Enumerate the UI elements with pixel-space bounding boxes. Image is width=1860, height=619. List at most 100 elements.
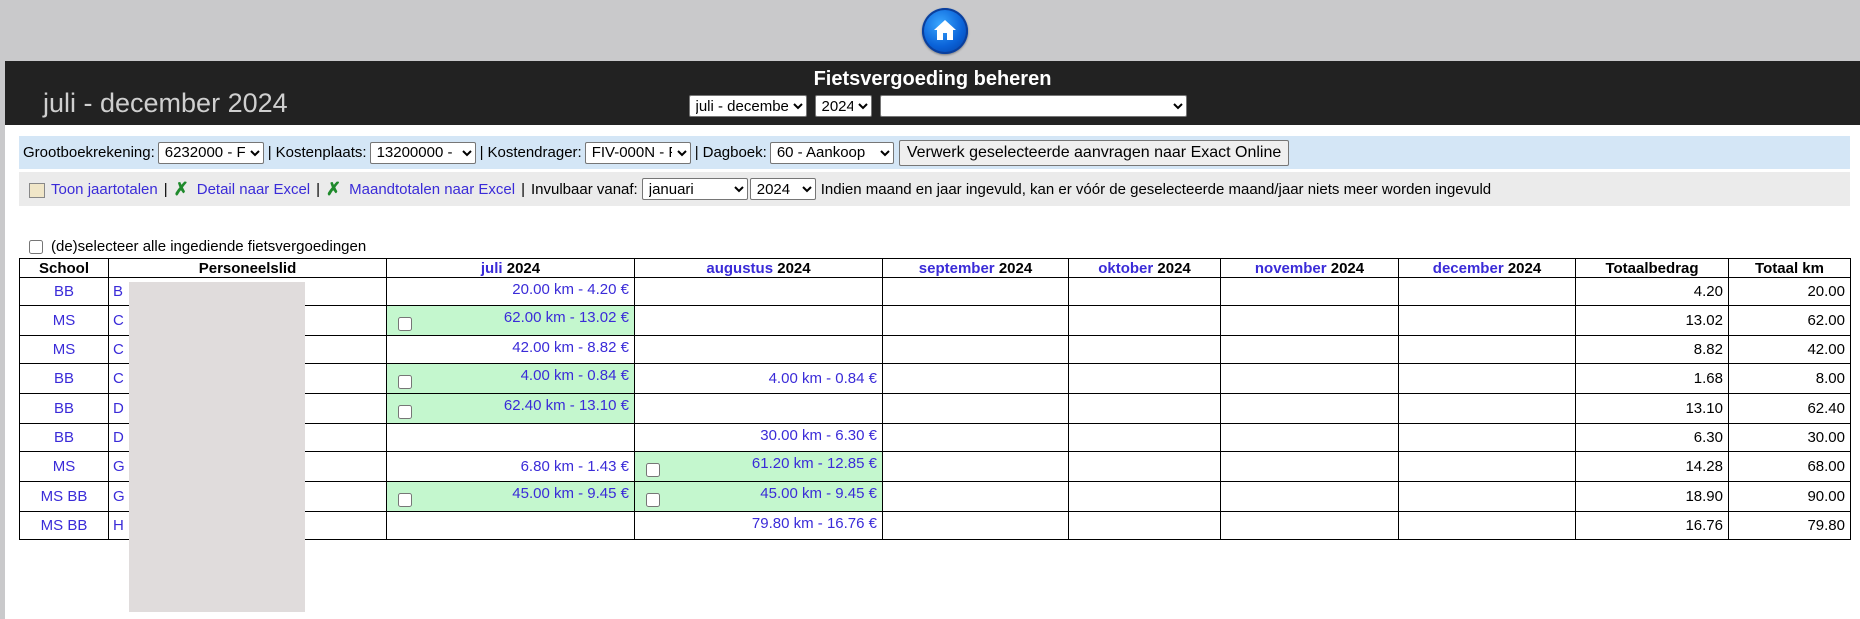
- col-month: september 2024: [882, 258, 1069, 278]
- month-cell: [1068, 305, 1221, 336]
- month-cell: [1220, 451, 1399, 482]
- augustus-cell[interactable]: [634, 277, 883, 306]
- select-all-row: (de)selecteer alle ingediende fietsvergo…: [24, 238, 366, 255]
- grootboek-label: Grootboekrekening:: [23, 144, 155, 161]
- period-select[interactable]: juli - december: [688, 95, 807, 117]
- separator: |: [694, 144, 699, 161]
- kostendrager-select[interactable]: FIV-000N - F: [584, 141, 691, 164]
- juli-cell[interactable]: 62.00 km - 13.02 €: [386, 305, 635, 336]
- month-cell: [882, 481, 1069, 512]
- totaalbedrag-cell: 6.30: [1575, 423, 1729, 452]
- table-header-row: School Personeelslid juli 2024 augustus …: [19, 258, 1851, 278]
- col-month: november 2024: [1220, 258, 1399, 278]
- process-exact-button[interactable]: Verwerk geselecteerde aanvragen naar Exa…: [898, 139, 1290, 166]
- row-select-checkbox[interactable]: [646, 463, 660, 477]
- juli-cell[interactable]: 45.00 km - 9.45 €: [386, 481, 635, 512]
- totaalbedrag-cell: 18.90: [1575, 481, 1729, 512]
- month-cell: [1068, 451, 1221, 482]
- month-cell: [882, 451, 1069, 482]
- month-cell: [1068, 277, 1221, 306]
- year-select[interactable]: 2024: [814, 95, 872, 117]
- juli-cell[interactable]: 6.80 km - 1.43 €: [386, 451, 635, 482]
- col-month: december 2024: [1398, 258, 1576, 278]
- home-icon[interactable]: [922, 8, 968, 54]
- row-select-checkbox[interactable]: [398, 317, 412, 331]
- dagboek-label: Dagboek:: [702, 144, 767, 161]
- separator: |: [163, 180, 168, 198]
- augustus-cell[interactable]: 61.20 km - 12.85 €: [634, 451, 883, 482]
- school-cell[interactable]: BB: [19, 423, 109, 452]
- juli-cell[interactable]: [386, 511, 635, 540]
- jaartotalen-link[interactable]: Toon jaartotalen: [51, 181, 158, 198]
- month-cell: [1398, 393, 1576, 424]
- month-cell: [882, 277, 1069, 306]
- invulbaar-year-select[interactable]: 2024: [749, 178, 816, 200]
- totaalkm-cell: 42.00: [1728, 335, 1851, 364]
- month-cell: [1398, 335, 1576, 364]
- col-month: augustus 2024: [634, 258, 883, 278]
- augustus-cell[interactable]: [634, 335, 883, 364]
- juli-cell[interactable]: 42.00 km - 8.82 €: [386, 335, 635, 364]
- kostenplaats-label: Kostenplaats:: [275, 144, 367, 161]
- juli-cell[interactable]: 20.00 km - 4.20 €: [386, 277, 635, 306]
- totaalbedrag-cell: 8.82: [1575, 335, 1729, 364]
- separator: |: [316, 180, 321, 198]
- action-toolbar: Toon jaartotalen | ✗ Detail naar Excel |…: [19, 172, 1850, 206]
- school-cell[interactable]: MS BB: [19, 511, 109, 540]
- juli-cell[interactable]: 62.40 km - 13.10 €: [386, 393, 635, 424]
- school-cell[interactable]: MS: [19, 335, 109, 364]
- row-select-checkbox[interactable]: [646, 493, 660, 507]
- month-cell: [882, 335, 1069, 364]
- school-cell[interactable]: BB: [19, 393, 109, 424]
- augustus-cell[interactable]: 30.00 km - 6.30 €: [634, 423, 883, 452]
- separator: |: [479, 144, 484, 161]
- school-cell[interactable]: BB: [19, 277, 109, 306]
- row-select-checkbox[interactable]: [398, 405, 412, 419]
- totaalkm-cell: 20.00: [1728, 277, 1851, 306]
- month-cell: [1068, 481, 1221, 512]
- augustus-cell[interactable]: [634, 305, 883, 336]
- kostenplaats-select[interactable]: 13200000 - F: [369, 141, 476, 164]
- month-cell: [882, 363, 1069, 394]
- extra-select[interactable]: [879, 95, 1187, 117]
- separator: |: [267, 144, 272, 161]
- dagboek-select[interactable]: 60 - Aankoop: [769, 141, 894, 164]
- totaalbedrag-cell: 13.02: [1575, 305, 1729, 336]
- grootboek-select[interactable]: 6232000 - Fi: [157, 141, 264, 164]
- row-select-checkbox[interactable]: [398, 493, 412, 507]
- kostendrager-label: Kostendrager:: [487, 144, 582, 161]
- month-cell: [1220, 335, 1399, 364]
- col-totaalkm: Totaal km: [1728, 258, 1851, 278]
- month-cell: [1068, 393, 1221, 424]
- month-cell: [882, 423, 1069, 452]
- month-cell: [882, 511, 1069, 540]
- col-totaalbedrag: Totaalbedrag: [1575, 258, 1729, 278]
- totaalkm-cell: 62.40: [1728, 393, 1851, 424]
- maand-excel-link[interactable]: Maandtotalen naar Excel: [349, 181, 515, 198]
- month-cell: [882, 393, 1069, 424]
- redacted-names-block: [129, 282, 305, 612]
- juli-cell[interactable]: [386, 423, 635, 452]
- month-cell: [1398, 277, 1576, 306]
- juli-cell[interactable]: 4.00 km - 0.84 €: [386, 363, 635, 394]
- totaalbedrag-cell: 16.76: [1575, 511, 1729, 540]
- school-cell[interactable]: MS: [19, 305, 109, 336]
- select-all-checkbox[interactable]: [29, 239, 43, 254]
- totaalbedrag-cell: 1.68: [1575, 363, 1729, 394]
- augustus-cell[interactable]: [634, 393, 883, 424]
- school-cell[interactable]: MS: [19, 451, 109, 482]
- augustus-cell[interactable]: 45.00 km - 9.45 €: [634, 481, 883, 512]
- invulbaar-month-select[interactable]: januari: [641, 178, 748, 200]
- month-cell: [1220, 363, 1399, 394]
- month-cell: [1068, 363, 1221, 394]
- totaalbedrag-cell: 4.20: [1575, 277, 1729, 306]
- school-cell[interactable]: BB: [19, 363, 109, 394]
- augustus-cell[interactable]: 4.00 km - 0.84 €: [634, 363, 883, 394]
- config-bar: Grootboekrekening: 6232000 - Fi | Kosten…: [19, 136, 1850, 169]
- augustus-cell[interactable]: 79.80 km - 16.76 €: [634, 511, 883, 540]
- col-month: juli 2024: [386, 258, 635, 278]
- school-cell[interactable]: MS BB: [19, 481, 109, 512]
- row-select-checkbox[interactable]: [398, 375, 412, 389]
- detail-excel-link[interactable]: Detail naar Excel: [197, 181, 310, 198]
- month-cell: [1068, 335, 1221, 364]
